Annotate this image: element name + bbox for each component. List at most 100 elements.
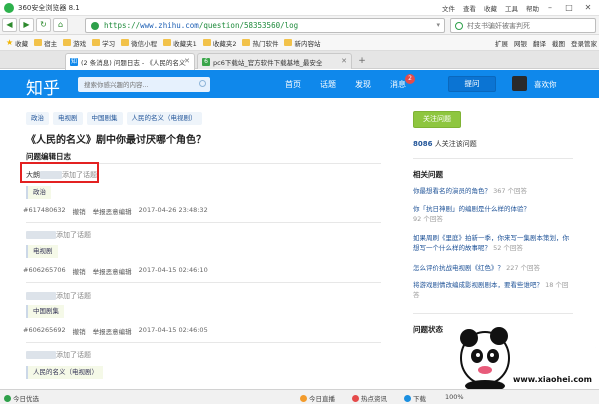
topic-tag[interactable]: 电视剧 <box>53 112 83 125</box>
nav-explore[interactable]: 发现 <box>355 79 371 90</box>
log-content: 人民的名义（电视剧） <box>26 366 103 379</box>
browser-logo-icon <box>4 2 14 13</box>
related-question[interactable]: 如果周刷《里庭》拍新一季，你来写一集剧本策划，你想写一个什么样的故事呢？ 52 … <box>413 233 573 253</box>
maximize-icon[interactable]: □ <box>560 1 578 14</box>
search-icon[interactable] <box>199 80 206 87</box>
menu-view[interactable]: 查看 <box>463 3 476 13</box>
bookmark-item[interactable]: 收藏夹1 <box>163 38 197 48</box>
bookmark-tools: 扩展 网银 翻译 截图 登录管家 <box>495 38 597 48</box>
follow-question-button[interactable]: 关注问题 <box>413 111 461 128</box>
translate-button[interactable]: 翻译 <box>533 38 546 48</box>
log-content: 政治 <box>26 186 51 199</box>
revoke-link[interactable]: 撤销 <box>73 266 86 276</box>
divider <box>26 342 381 343</box>
nav-messages[interactable]: 消息 2 <box>390 74 415 90</box>
question-title[interactable]: 《人民的名义》剧中你最讨厌哪个角色？ <box>26 131 206 146</box>
browser-menus: 文件 查看 收藏 工具 帮助 <box>442 3 539 13</box>
minimize-icon[interactable]: – <box>541 1 559 14</box>
bookmark-item[interactable]: 热门软件 <box>242 38 278 48</box>
tab-pc6[interactable]: 6 pc6下载站_官方软件下载基地_最安全 ✕ <box>197 53 352 69</box>
log-action: 添加了话题 <box>56 351 91 359</box>
log-id: #606265692 <box>23 326 66 334</box>
new-tab-icon[interactable]: + <box>355 55 369 67</box>
zhihu-logo[interactable]: 知乎 <box>26 74 60 99</box>
topic-tag[interactable]: 政治 <box>26 112 49 125</box>
menu-file[interactable]: 文件 <box>442 3 455 13</box>
back-icon[interactable]: ◀ <box>2 18 17 32</box>
extensions-button[interactable]: 扩展 <box>495 38 508 48</box>
bookmark-item[interactable]: 微信小程 <box>121 38 157 48</box>
forward-icon[interactable]: ▶ <box>19 18 34 32</box>
revoke-link[interactable]: 撤销 <box>73 326 86 336</box>
blurred-name <box>26 351 56 359</box>
refresh-icon[interactable]: ↻ <box>36 18 51 32</box>
related-question[interactable]: 将游戏剧情改编成影视剧剧本，要看些谁吧？ 18 个回答 <box>413 280 573 300</box>
screenshot-button[interactable]: 截图 <box>552 38 565 48</box>
folder-icon <box>242 39 251 46</box>
nav-home[interactable]: 首页 <box>285 79 301 90</box>
folder-icon <box>121 39 130 46</box>
download-icon <box>404 394 411 402</box>
log-entry-header: 添加了话题 <box>26 350 91 360</box>
bookmark-item[interactable]: ★ 收藏 <box>6 38 28 48</box>
report-link[interactable]: 举报恶意编辑 <box>93 206 132 216</box>
status-live[interactable]: 今日直播 <box>300 393 335 403</box>
zhihu-nav: 首页 话题 发现 消息 2 <box>285 74 415 90</box>
username[interactable]: 喜欢你 <box>534 79 557 90</box>
browser-search-box[interactable] <box>450 18 596 33</box>
revoke-link[interactable]: 撤销 <box>73 206 86 216</box>
watermark-logo: 小黑游戏 www.xiaohei.com <box>460 327 599 390</box>
bookmark-item[interactable]: 宿主 <box>34 38 57 48</box>
nav-topics[interactable]: 话题 <box>320 79 336 90</box>
status-recommend[interactable]: 今日优选 <box>4 393 39 403</box>
watermark-text: 小黑游戏 <box>515 338 599 364</box>
status-news[interactable]: 热点资讯 <box>352 393 387 403</box>
bookmark-item[interactable]: 学习 <box>92 38 115 48</box>
zhihu-search-input[interactable] <box>78 77 196 92</box>
related-questions-title: 相关问题 <box>413 170 443 179</box>
report-link[interactable]: 举报恶意编辑 <box>93 266 132 276</box>
log-time: 2017-04-15 02:46:05 <box>138 326 208 334</box>
address-url[interactable]: https://www.zhihu.com/question/58353560/… <box>104 21 298 30</box>
tab-zhihu-log[interactable]: 知 (2 条消息) 问题日志 - 《人民的名义》 ✕ <box>65 53 195 70</box>
topic-tag[interactable]: 中国剧集 <box>86 112 123 125</box>
zhihu-favicon-icon: 知 <box>70 58 78 66</box>
followers-count[interactable]: 8086 <box>413 140 432 148</box>
browser-navbar: ◀ ▶ ↻ ⌂ https://www.zhihu.com/question/5… <box>0 16 599 35</box>
related-question[interactable]: 怎么评价抗战电视剧《红色》？ 227 个回答 <box>413 263 573 273</box>
log-content: 电视剧 <box>26 245 58 258</box>
menu-favorites[interactable]: 收藏 <box>484 3 497 13</box>
followers-info: 8086 人关注该问题 <box>413 140 477 148</box>
report-link[interactable]: 举报恶意编辑 <box>93 326 132 336</box>
home-icon[interactable]: ⌂ <box>53 18 68 32</box>
related-question[interactable]: 你最想看名的演员的角色？ 367 个回答 <box>413 186 573 196</box>
log-action: 添加了话题 <box>56 231 91 239</box>
address-bar[interactable]: https://www.zhihu.com/question/58353560/… <box>85 18 445 33</box>
tab-close-icon[interactable]: ✕ <box>341 57 347 65</box>
login-manager-button[interactable]: 登录管家 <box>571 38 597 48</box>
folder-icon <box>63 39 72 46</box>
ask-button[interactable]: 提问 <box>448 76 496 92</box>
topic-tag[interactable]: 人民的名义（电视剧） <box>126 112 202 125</box>
divider <box>413 158 573 159</box>
zhihu-search-box[interactable] <box>78 77 210 92</box>
menu-tools[interactable]: 工具 <box>505 3 518 13</box>
dropdown-icon[interactable]: ▾ <box>436 21 440 29</box>
related-question[interactable]: 你「抗日神剧」的编剧是什么样的体验？ 92 个回答 <box>413 204 573 224</box>
browser-search-input[interactable] <box>467 21 577 30</box>
menu-help[interactable]: 帮助 <box>526 3 539 13</box>
tab-close-icon[interactable]: ✕ <box>184 57 190 65</box>
log-id: #606265706 <box>23 266 66 274</box>
bookmark-item[interactable]: 新内容站 <box>284 38 320 48</box>
bookmark-item[interactable]: 游戏 <box>63 38 86 48</box>
watermark-url: www.xiaohei.com <box>513 375 592 384</box>
bookmark-item[interactable]: 收藏夹2 <box>202 38 236 48</box>
zoom-level[interactable]: 100% <box>445 393 464 401</box>
avatar[interactable] <box>512 76 527 91</box>
pc6-favicon-icon: 6 <box>202 57 210 66</box>
ebank-button[interactable]: 网银 <box>514 38 527 48</box>
highlight-box <box>20 162 99 183</box>
status-download[interactable]: 下载 <box>404 393 426 403</box>
close-icon[interactable]: ✕ <box>579 1 597 14</box>
folder-icon <box>163 39 172 46</box>
